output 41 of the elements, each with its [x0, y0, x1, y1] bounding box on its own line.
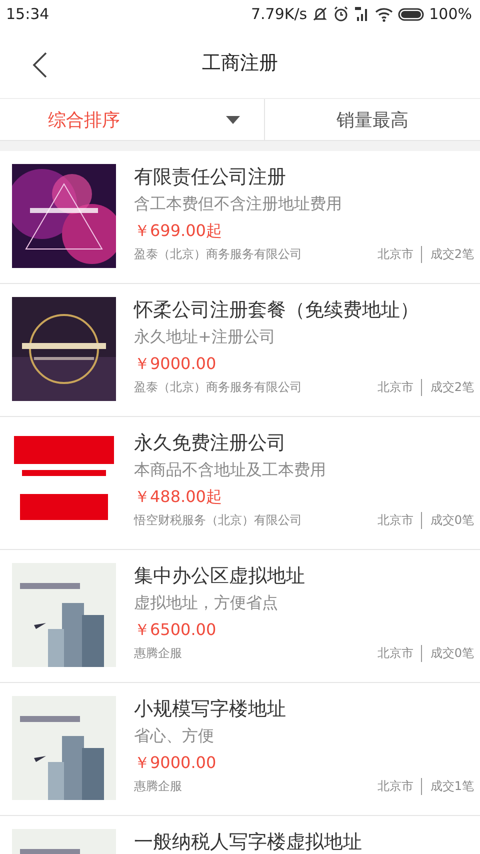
battery-icon	[398, 8, 424, 20]
deal-count: 成交0笔	[429, 512, 474, 529]
product-price: ￥488.00起	[134, 486, 223, 508]
product-description: 本商品不含地址及工本费用	[134, 459, 327, 481]
alarm-icon	[333, 6, 350, 22]
seller-name: 盈泰（北京）商务服务有限公司	[134, 379, 303, 396]
deal-count: 成交2笔	[429, 246, 474, 263]
seller-name: 悟空财税服务（北京）有限公司	[134, 512, 303, 529]
product-description: 省心、方便	[134, 725, 215, 747]
deal-count: 成交0笔	[429, 645, 474, 662]
product-description: 虚拟地址，方便省点	[134, 592, 279, 614]
product-price: ￥9000.00	[134, 353, 218, 375]
product-price: ￥9000.00	[134, 752, 218, 774]
seller-city: 北京市	[377, 778, 422, 795]
status-time: 15:34	[6, 5, 50, 23]
seller-name: 盈泰（北京）商务服务有限公司	[134, 246, 303, 263]
seller-city: 北京市	[377, 645, 422, 662]
network-speed: 7.79K/s	[251, 5, 308, 23]
product-title[interactable]: 小规模写字楼地址	[134, 696, 474, 722]
product-price: ￥6500.00	[134, 619, 218, 641]
seller-name: 惠腾企服	[134, 645, 183, 662]
product-description: 含工本费但不含注册地址费用	[134, 193, 343, 215]
sort-tab[interactable]: 综合排序	[0, 99, 264, 140]
product-title[interactable]: 一般纳税人写字楼虚拟地址	[134, 829, 474, 854]
seller-city: 北京市	[377, 246, 422, 263]
wifi-icon	[375, 6, 394, 22]
seller-city: 北京市	[377, 379, 422, 396]
product-title[interactable]: 有限责任公司注册	[134, 164, 474, 190]
seller-city: 北京市	[377, 512, 422, 529]
product-description: 永久地址+注册公司	[134, 326, 276, 348]
deal-count: 成交2笔	[429, 379, 474, 396]
seller-name: 惠腾企服	[134, 778, 183, 795]
deal-count: 成交1笔	[429, 778, 474, 795]
product-title[interactable]: 怀柔公司注册套餐（免续费地址）	[134, 297, 474, 323]
battery-level: 100%	[429, 5, 472, 23]
sort-tab[interactable]: 销量最高	[264, 99, 480, 140]
muted-bell-icon	[312, 6, 328, 22]
product-title[interactable]: 永久免费注册公司	[134, 430, 474, 456]
page-title: 工商注册	[202, 51, 278, 76]
product-price: ￥699.00起	[134, 220, 223, 242]
product-title[interactable]: 集中办公区虚拟地址	[134, 563, 474, 589]
